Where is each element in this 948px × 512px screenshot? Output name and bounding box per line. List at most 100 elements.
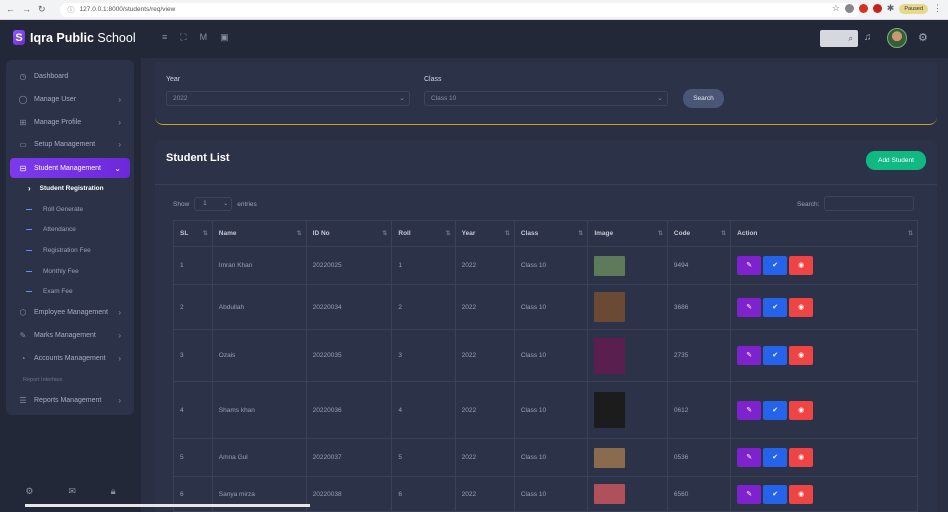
puzzle-icon[interactable]: ✱ [887,3,895,14]
brand-name: Iqra Public School [30,30,136,45]
cell-class: Class 10 [513,476,589,512]
subitem-monthly-fee[interactable]: Monthly Fee [26,268,79,275]
cell-action: ✎ ✔ ◉ [730,329,918,382]
star-icon[interactable]: ☆ [832,3,840,14]
sidebar-item-manage-user[interactable]: ◯ Manage User › [10,90,130,108]
lock-icon[interactable]: 🔒︎ [111,486,116,497]
entries-select[interactable]: 1 ⌄ [194,197,233,211]
pie-icon: ◔ [20,353,26,363]
edit-button[interactable]: ✎ [737,297,762,317]
table-search-input[interactable] [824,196,914,211]
column-header[interactable]: Image ⇅ [587,220,668,247]
cell-year: 2022 [454,329,515,382]
column-header[interactable]: ID No ⇅ [305,220,393,247]
column-header[interactable]: Code ⇅ [666,220,732,247]
subitem-registration-fee[interactable]: Registration Fee [26,247,91,254]
avatar[interactable] [887,28,907,48]
sort-icon: ⇅ [657,231,663,237]
edit-button[interactable]: ✎ [737,448,762,467]
column-header[interactable]: Name ⇅ [211,220,307,247]
approve-button[interactable]: ✔ [763,297,788,317]
settings-icon[interactable]: ⚙ [25,486,33,497]
approve-button[interactable]: ✔ [763,256,788,275]
view-button[interactable]: ◉ [789,297,814,317]
sidebar: ◷ Dashboard ◯ Manage User › ⊞ Manage Profile… [0,58,141,512]
reload-icon[interactable]: ↻ [38,4,46,15]
add-student-button[interactable]: Add Student [866,151,926,170]
fullscreen-icon[interactable]: ⛶ [180,32,186,43]
forward-icon[interactable]: → [22,4,31,15]
extension-icon[interactable] [858,4,868,13]
subitem-roll-generate[interactable]: Roll Generate [26,206,83,213]
approve-button[interactable]: ✔ [763,484,788,504]
sidebar-item-setup-management[interactable]: ▭ Setup Management › [10,135,130,153]
extension-icon[interactable] [872,4,882,13]
sort-icon: ⇅ [202,231,208,237]
edit-button[interactable]: ✎ [737,256,762,275]
bell-icon[interactable]: ♫ [864,32,872,43]
sort-icon: ⇅ [907,231,913,237]
search-button[interactable]: Search [683,89,724,108]
approve-button[interactable]: ✔ [763,346,788,365]
cell-year: 2022 [454,381,515,439]
column-header[interactable]: Year ⇅ [454,220,515,247]
extension-icon[interactable] [844,4,854,13]
sidebar-item-reports-management[interactable]: ☰ Reports Management › [10,391,130,409]
subitem-student-registration[interactable]: › Student Registration [26,184,104,193]
view-button[interactable]: ◉ [789,400,814,420]
subitem-attendance[interactable]: Attendance [26,226,76,233]
brand[interactable]: S Iqra Public School [13,30,136,45]
menu-icon[interactable]: ≡ [162,32,167,43]
kebab-menu-icon[interactable]: ⋮ [933,3,942,14]
table-header: SL ⇅ Name ⇅ ID No ⇅ Roll ⇅ Year ⇅ Class ⇅ Imag… [173,220,918,247]
column-header[interactable]: Action ⇅ [730,220,918,247]
column-header[interactable]: SL ⇅ [173,220,213,247]
chevron-right-icon: › [118,94,121,104]
view-button[interactable]: ◉ [789,448,814,467]
address-bar[interactable]: ⓘ 127.0.0.1:8000/students/req/view [59,2,860,17]
class-select[interactable]: Class 10 ⌄ [424,91,668,106]
sidebar-item-accounts-management[interactable]: ◔ Accounts Management › [10,349,130,367]
sidebar-item-employee-management[interactable]: ⬡ Employee Management › [10,303,130,321]
cell-image [587,381,668,439]
column-header[interactable]: Class ⇅ [513,220,589,247]
edit-button[interactable]: ✎ [737,400,762,420]
view-button[interactable]: ◉ [789,346,814,365]
cell-sl: 1 [173,246,213,285]
sidebar-item-manage-profile[interactable]: ⊞ Manage Profile › [10,113,130,131]
sidebar-item-dashboard[interactable]: ◷ Dashboard [10,67,130,85]
cell-code: 6560 [666,476,732,512]
edit-button[interactable]: ✎ [737,484,762,504]
view-button[interactable]: ◉ [789,484,814,504]
cell-roll: 3 [391,329,456,382]
cell-name: Imran Khan [211,246,307,285]
back-icon[interactable]: ← [6,4,15,15]
sort-icon: ⇅ [721,231,727,237]
approve-button[interactable]: ✔ [763,448,788,467]
edit-button[interactable]: ✎ [737,346,762,365]
chevron-right-icon: › [118,139,121,149]
cell-sl: 5 [173,438,213,477]
calendar-icon[interactable]: ▣ [220,32,229,43]
page-title: Student List [166,152,230,164]
sidebar-item-marks-management[interactable]: ✎ Marks Management › [10,326,130,344]
gear-icon[interactable]: ⚙ [918,31,928,44]
inbox-icon[interactable]: ✉ [68,486,76,497]
column-header[interactable]: Roll ⇅ [391,220,456,247]
profile-button[interactable]: Paused [899,3,928,14]
header-search[interactable]: ⌕ [820,30,858,47]
pencil-icon: ✎ [19,330,27,340]
year-select[interactable]: 2022 ⌄ [166,91,410,106]
sort-icon: ⇅ [578,231,584,237]
archive-icon: ⊟ [19,163,27,173]
info-icon[interactable]: ⓘ [68,5,75,15]
approve-button[interactable]: ✔ [763,400,788,420]
view-button[interactable]: ◉ [789,256,814,275]
subitem-exam-fee[interactable]: Exam Fee [26,288,73,295]
mail-icon[interactable]: M [200,32,208,43]
cell-code: 9494 [666,246,732,285]
sort-icon: ⇅ [382,231,388,237]
sidebar-item-student-management[interactable]: ⊟ Student Management ⌄ [10,158,130,178]
cell-code: 0612 [666,381,732,439]
chevron-down-icon: ⌄ [223,201,229,207]
